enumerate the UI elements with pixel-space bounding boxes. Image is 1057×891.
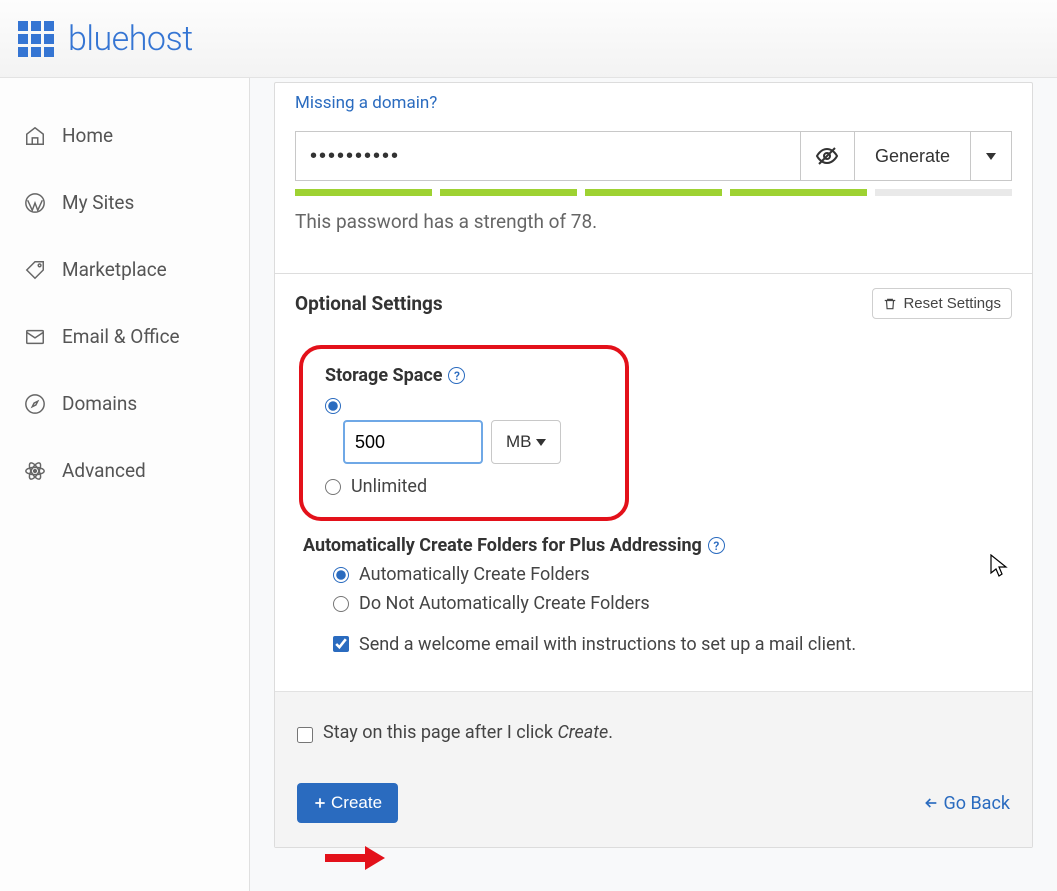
missing-domain-link[interactable]: Missing a domain? [295,93,437,113]
form-panel: Missing a domain? Generate This password… [274,82,1033,848]
sidebar-item-home[interactable]: Home [0,102,249,169]
reset-settings-button[interactable]: Reset Settings [872,288,1012,319]
sidebar-item-label: Home [62,124,113,147]
reset-settings-label: Reset Settings [903,295,1001,312]
strength-text: This password has a strength of 78. [295,210,1012,233]
atom-icon [24,460,46,482]
welcome-email-text: Send a welcome email with instructions t… [359,632,856,657]
storage-unlimited-radio-row: Unlimited [325,476,603,497]
password-row: Generate [295,131,1012,181]
home-icon [24,125,46,147]
storage-highlight-box: Storage Space ? MB [299,345,629,521]
storage-custom-radio-row [325,398,603,414]
stay-on-page-checkbox[interactable] [297,727,313,743]
plus-auto-label: Automatically Create Folders [359,564,590,585]
sidebar: Home My Sites Marketplace Email & Office… [0,78,250,891]
storage-unit-dropdown[interactable]: MB [491,420,561,464]
sidebar-item-mysites[interactable]: My Sites [0,169,249,236]
storage-space-label: Storage Space ? [325,365,603,386]
toggle-visibility-button[interactable] [800,131,854,181]
topbar: bluehost [0,0,1057,78]
plus-icon [313,796,327,810]
form-footer: Stay on this page after I click Create. … [275,691,1032,847]
sidebar-item-label: My Sites [62,191,134,214]
plus-auto-radio[interactable] [333,567,349,583]
stay-on-page-text: Stay on this page after I click Create. [323,722,613,743]
create-button[interactable]: Create [297,783,398,823]
welcome-email-checkbox[interactable] [333,636,349,652]
sidebar-item-email[interactable]: Email & Office [0,303,249,370]
strength-meter [295,189,1012,196]
help-icon[interactable]: ? [448,367,465,384]
arrow-left-icon [923,795,939,811]
storage-value-input[interactable] [343,420,483,464]
storage-unlimited-radio[interactable] [325,479,341,495]
envelope-icon [24,326,46,348]
plus-addressing-label: Automatically Create Folders for Plus Ad… [303,535,1004,556]
sidebar-item-label: Marketplace [62,258,167,281]
password-input[interactable] [295,131,800,181]
generate-dropdown-button[interactable] [970,131,1012,181]
sidebar-item-domains[interactable]: Domains [0,370,249,437]
sidebar-item-advanced[interactable]: Advanced [0,437,249,504]
trash-icon [883,297,897,311]
help-icon[interactable]: ? [708,537,725,554]
go-back-link[interactable]: Go Back [923,793,1010,814]
sidebar-item-label: Domains [62,392,137,415]
plus-no-label: Do Not Automatically Create Folders [359,593,650,614]
storage-unlimited-label: Unlimited [351,476,427,497]
sidebar-item-label: Email & Office [62,325,180,348]
storage-custom-radio[interactable] [325,398,341,414]
logo-grid-icon [18,21,54,57]
caret-down-icon [986,153,996,160]
wordpress-icon [24,192,46,214]
compass-icon [24,393,46,415]
optional-settings-header: Optional Settings Reset Settings [275,273,1032,333]
main-content: Missing a domain? Generate This password… [250,78,1057,891]
sidebar-item-label: Advanced [62,459,146,482]
tag-icon [24,259,46,281]
plus-no-radio[interactable] [333,596,349,612]
optional-settings-title: Optional Settings [295,292,443,315]
generate-button[interactable]: Generate [854,131,970,181]
eye-off-icon [815,144,839,168]
caret-down-icon [536,439,546,446]
brand-name: bluehost [68,19,193,59]
sidebar-item-marketplace[interactable]: Marketplace [0,236,249,303]
